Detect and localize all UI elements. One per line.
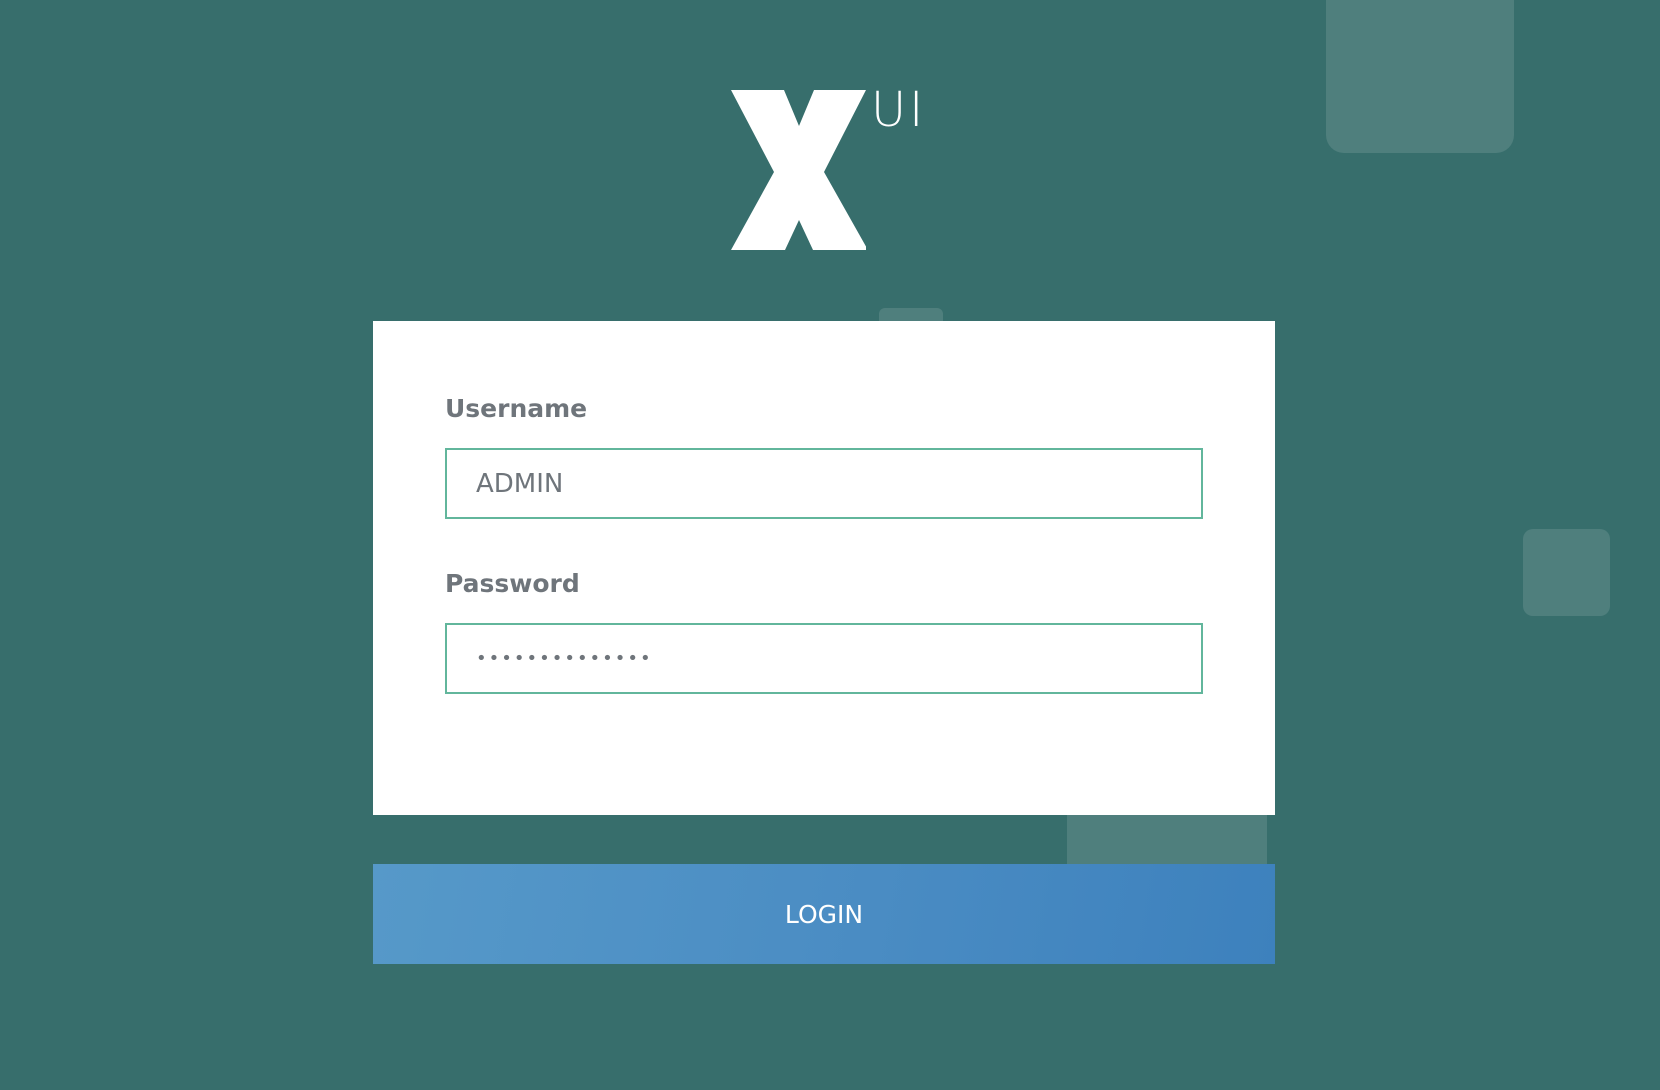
login-button[interactable]: LOGIN [373,864,1275,964]
password-label: Password [445,569,580,598]
background-decorative-square [1523,529,1610,616]
logo-x-mark [731,90,866,250]
background-decorative-square [1326,0,1514,153]
username-label: Username [445,394,588,423]
app-logo: UI [726,80,926,260]
password-input[interactable] [445,623,1203,694]
login-form-card: Username Password [373,321,1275,815]
logo-ui-text: UI [871,82,927,138]
username-input[interactable] [445,448,1203,519]
